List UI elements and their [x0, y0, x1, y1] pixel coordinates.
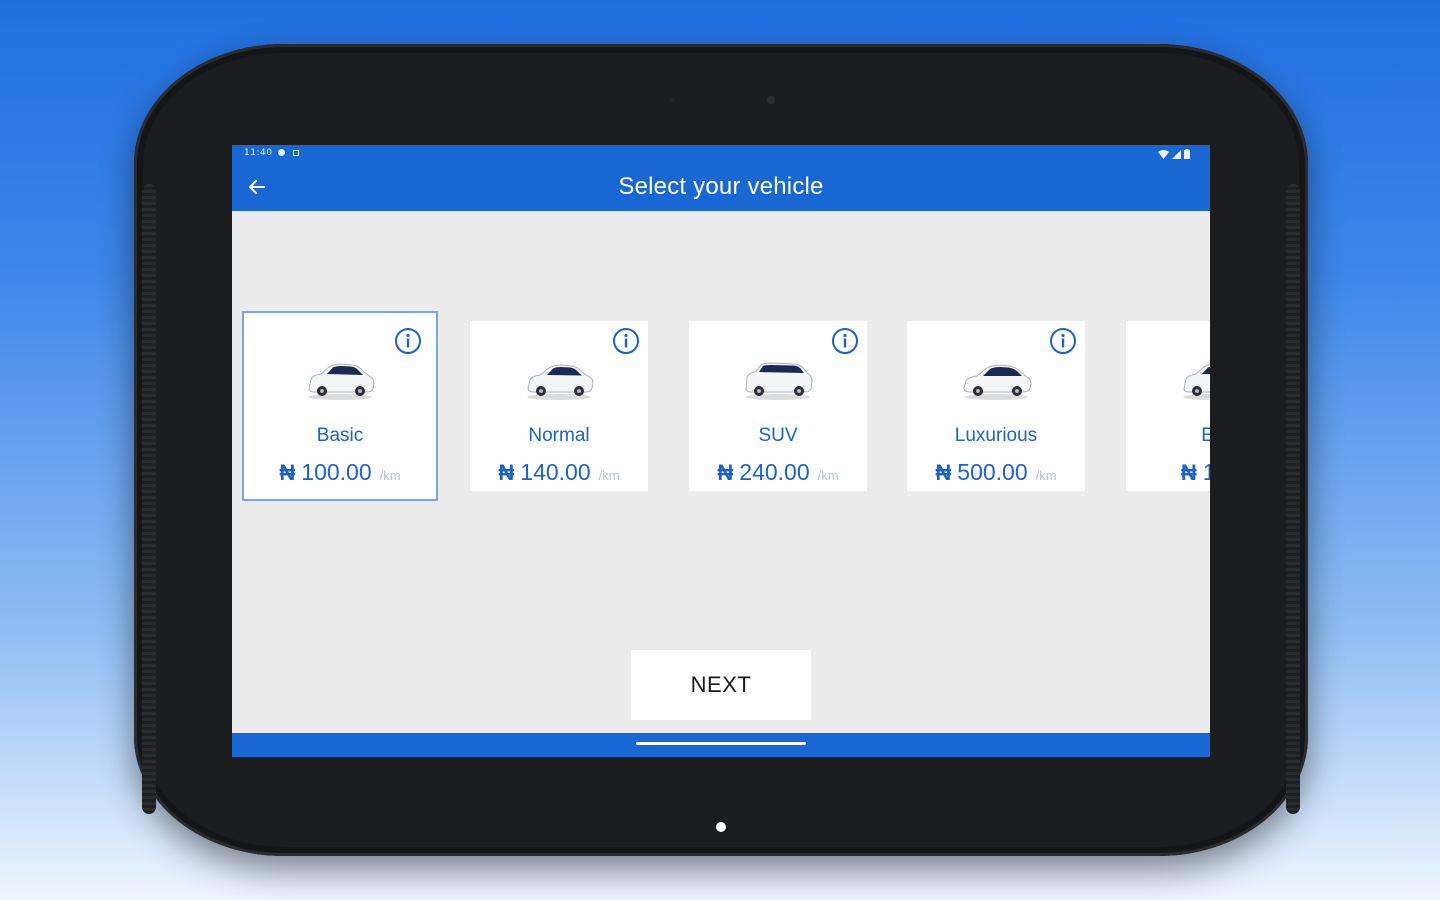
- page-title: Select your vehicle: [618, 173, 824, 200]
- wifi-icon: [1158, 150, 1169, 159]
- price-amount: 100.00: [301, 459, 372, 485]
- price-currency: ₦: [717, 460, 734, 485]
- gesture-handle[interactable]: [636, 742, 806, 745]
- info-icon[interactable]: [394, 327, 422, 355]
- price-unit: /km: [598, 468, 620, 483]
- price-currency: ₦: [1180, 460, 1197, 485]
- vehicle-name: Normal: [528, 425, 590, 446]
- status-bar: 11:40: [232, 145, 1210, 163]
- tablet-sensor: [669, 97, 675, 103]
- vehicle-card-basic[interactable]: Basic ₦ 100.00/km: [242, 311, 438, 501]
- info-icon[interactable]: [1049, 327, 1077, 355]
- app-bar: Select your vehicle: [232, 163, 1210, 211]
- price-currency: ₦: [279, 460, 296, 485]
- car-icon: [527, 364, 594, 400]
- vehicle-price: ₦ 130: [1126, 459, 1210, 486]
- car-icon: [745, 362, 813, 400]
- vehicle-price: ₦ 100.00/km: [244, 459, 436, 486]
- car-icon: [308, 363, 375, 400]
- price-unit: /km: [1035, 468, 1057, 483]
- vehicle-name: Ele: [1201, 425, 1210, 446]
- price-currency: ₦: [498, 460, 515, 485]
- price-unit: /km: [817, 468, 839, 483]
- vehicle-name: SUV: [758, 425, 798, 446]
- vehicle-price: ₦ 240.00/km: [689, 459, 867, 486]
- next-button[interactable]: NEXT: [631, 650, 811, 720]
- info-icon[interactable]: [612, 327, 640, 355]
- status-system-icons: [1158, 149, 1190, 159]
- tablet-right-grip: [1286, 184, 1300, 814]
- vehicle-price: ₦ 140.00/km: [470, 459, 648, 486]
- vehicle-name: Luxurious: [954, 425, 1038, 446]
- vehicle-name: Basic: [316, 425, 364, 446]
- tablet-camera: [767, 96, 775, 104]
- car-icon: [963, 364, 1032, 400]
- tablet-home-indicator: [716, 822, 726, 832]
- notification-icon: [278, 149, 285, 156]
- status-time: 11:40: [244, 148, 273, 158]
- notification-square-icon: [293, 149, 299, 156]
- vehicle-card-luxurious[interactable]: Luxurious ₦ 500.00/km: [907, 321, 1085, 491]
- price-unit: /km: [379, 468, 401, 483]
- price-amount: 500.00: [957, 459, 1028, 485]
- price-currency: ₦: [935, 460, 952, 485]
- status-notification-icons: [278, 149, 299, 156]
- signal-icon: [1172, 150, 1181, 159]
- navigation-bar: [232, 733, 1210, 757]
- price-amount: 240.00: [739, 459, 810, 485]
- price-amount: 140.00: [520, 459, 591, 485]
- vehicle-card-suv[interactable]: SUV ₦ 240.00/km: [689, 321, 867, 491]
- app-screen: 11:40 Select your vehicle Basic ₦ 100.00…: [232, 145, 1210, 757]
- info-icon[interactable]: [831, 327, 859, 355]
- car-icon: [1183, 364, 1210, 400]
- vehicle-list[interactable]: Basic ₦ 100.00/km Normal ₦ 140.00 /km SU…: [242, 310, 1210, 505]
- vehicle-card-normal[interactable]: Normal ₦ 140.00/km: [470, 321, 648, 491]
- vehicle-price: ₦ 500.00/km: [907, 459, 1085, 486]
- vehicle-card-electric[interactable]: Ele ₦ 130: [1126, 321, 1210, 491]
- battery-icon: [1184, 149, 1190, 159]
- price-amount: 130: [1202, 459, 1210, 485]
- tablet-left-grip: [142, 184, 156, 814]
